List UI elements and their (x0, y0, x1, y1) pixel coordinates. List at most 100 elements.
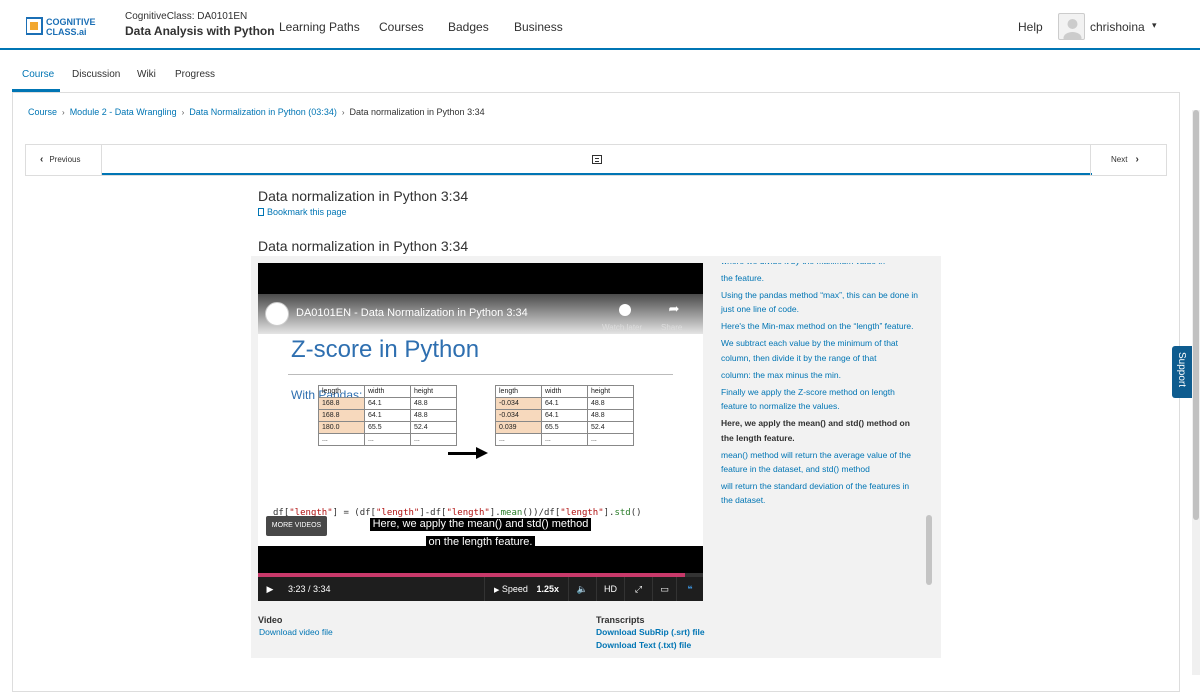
download-srt-link[interactable]: Download SubRip (.srt) file (596, 627, 705, 637)
transcript-line[interactable]: where we divide it by the maximum value … (721, 263, 923, 268)
transcript-line[interactable]: We subtract each value by the minimum of… (721, 336, 923, 365)
arrow-head-icon (476, 447, 488, 459)
table-cell: 0.039 (495, 421, 542, 434)
svg-text:COGNITIVE: COGNITIVE (46, 17, 96, 27)
tab-wiki[interactable]: Wiki (137, 69, 156, 80)
play-button[interactable]: ▶ (258, 577, 282, 601)
bookmark-label: Bookmark this page (267, 207, 347, 217)
download-video-link[interactable]: Download video file (259, 627, 333, 637)
table-cell: ... (495, 433, 542, 446)
table-cell: -0.034 (495, 409, 542, 422)
video-film-icon (592, 155, 602, 164)
channel-avatar-icon[interactable] (265, 302, 289, 326)
sequence-unit-tab[interactable] (102, 145, 1092, 175)
table-cell: -0.034 (495, 397, 542, 410)
table-header: width (541, 385, 588, 398)
transcript-line[interactable]: column: the max minus the min. (721, 368, 923, 382)
volume-button[interactable]: 🔈 (568, 577, 596, 601)
nav-learning-paths[interactable]: Learning Paths (279, 20, 360, 34)
speed-label: Speed (501, 584, 528, 594)
transcript-panel[interactable]: where we divide it by the maximum value … (715, 263, 932, 603)
nav-badges[interactable]: Badges (448, 20, 489, 34)
table-cell: ... (587, 433, 634, 446)
avatar[interactable] (1058, 13, 1085, 40)
chevron-left-icon: ‹ (40, 154, 44, 165)
table-cell: 52.4 (587, 421, 634, 434)
caption-line-1: Here, we apply the mean() and std() meth… (369, 518, 592, 531)
user-silhouette-icon (1063, 19, 1082, 39)
breadcrumb-separator-icon: › (62, 108, 65, 117)
youtube-video-title[interactable]: DA0101EN - Data Normalization in Python … (296, 307, 528, 319)
transcript-line[interactable]: Here's the Min-max method on the “length… (721, 319, 923, 333)
breadcrumb-module[interactable]: Module 2 - Data Wrangling (70, 107, 177, 117)
user-menu-caret-icon[interactable]: ▾ (1152, 20, 1157, 31)
slide-title: Z-score in Python (291, 336, 480, 363)
transcript-line[interactable]: the feature. (721, 271, 923, 285)
table-cell: 64.1 (364, 409, 411, 422)
nav-courses[interactable]: Courses (379, 20, 424, 34)
transcript-line[interactable]: Finally we apply the Z-score method on l… (721, 385, 923, 414)
arrow-right-icon (448, 452, 478, 455)
tab-course[interactable]: Course (22, 69, 54, 80)
table-cell: ... (318, 433, 365, 446)
sequence-navigation: ‹ Previous Next › (25, 144, 1167, 176)
transcripts-heading: Transcripts (596, 615, 645, 625)
caption-line-2: on the length feature. (425, 536, 536, 549)
slide-divider (288, 374, 673, 375)
svg-text:CLASS.ai: CLASS.ai (46, 27, 87, 37)
breadcrumb-course[interactable]: Course (28, 107, 57, 117)
captions-button[interactable]: ▭ (652, 577, 676, 601)
transcript-toggle-button[interactable]: ❝ (676, 577, 703, 601)
share-button[interactable]: ➦ (662, 301, 686, 321)
previous-button[interactable]: ‹ Previous (26, 145, 102, 175)
transcript-list: where we divide it by the maximum value … (721, 263, 923, 510)
nav-business[interactable]: Business (514, 20, 563, 34)
watch-later-label: Watch later (602, 323, 643, 332)
transcript-line[interactable]: Using the pandas method “max”, this can … (721, 288, 923, 317)
transcript-line[interactable]: Here, we apply the mean() and std() meth… (721, 416, 923, 445)
hd-button[interactable]: HD (596, 577, 624, 601)
support-label: Support (1176, 352, 1187, 388)
closed-captions-icon: ▭ (660, 584, 669, 594)
support-tab[interactable]: Support (1172, 346, 1192, 398)
transcript-quote-icon: ❝ (687, 584, 693, 594)
youtube-logo[interactable]: YouTube (624, 518, 694, 536)
fullscreen-icon: ⤢ (634, 584, 643, 594)
video-heading: Data normalization in Python 3:34 (258, 238, 469, 254)
bookmark-icon (258, 208, 264, 216)
table-header: length (318, 385, 365, 398)
table-header: height (587, 385, 634, 398)
page-scrollbar[interactable] (1192, 110, 1200, 675)
course-org: CognitiveClass: DA0101EN (125, 11, 248, 22)
table-cell: 64.1 (541, 409, 588, 422)
video-player[interactable]: Z-score in Python With Pandas: length wid… (258, 263, 703, 601)
table-cell: 65.5 (541, 421, 588, 434)
unit-title: Data normalization in Python 3:34 (258, 188, 469, 204)
help-link[interactable]: Help (1018, 20, 1043, 34)
course-name: Data Analysis with Python (125, 24, 275, 38)
tab-progress[interactable]: Progress (175, 69, 215, 80)
cognitive-class-logo[interactable]: COGNITIVE CLASS.ai (26, 14, 112, 38)
chevron-right-icon: › (1135, 154, 1139, 165)
transcript-scrollbar[interactable] (926, 515, 932, 585)
fullscreen-button[interactable]: ⤢ (624, 577, 652, 601)
speed-button[interactable]: ▶ Speed 1.25x (484, 577, 568, 601)
left-data-table: length width height 168.8 64.1 48.8 168.8 64.… (318, 385, 457, 446)
clock-icon (619, 304, 631, 316)
table-cell: ... (364, 433, 411, 446)
breadcrumb-subsection[interactable]: Data Normalization in Python (03:34) (189, 107, 337, 117)
next-button[interactable]: Next › (1090, 145, 1166, 175)
breadcrumb-current: Data normalization in Python 3:34 (349, 107, 485, 117)
username[interactable]: chrishoina (1090, 20, 1145, 34)
page-scrollbar-thumb[interactable] (1193, 110, 1199, 520)
transcript-line[interactable]: mean() method will return the average va… (721, 448, 923, 477)
download-txt-link[interactable]: Download Text (.txt) file (596, 640, 691, 650)
table-cell: ... (410, 433, 457, 446)
bookmark-button[interactable]: Bookmark this page (258, 207, 347, 217)
table-cell: 64.1 (364, 397, 411, 410)
transcript-line[interactable]: will return the standard deviation of th… (721, 479, 923, 508)
table-cell: 48.8 (587, 397, 634, 410)
right-data-table: length width height -0.034 64.1 48.8 -0.034 6… (495, 385, 634, 446)
tab-discussion[interactable]: Discussion (72, 69, 120, 80)
table-cell: 64.1 (541, 397, 588, 410)
